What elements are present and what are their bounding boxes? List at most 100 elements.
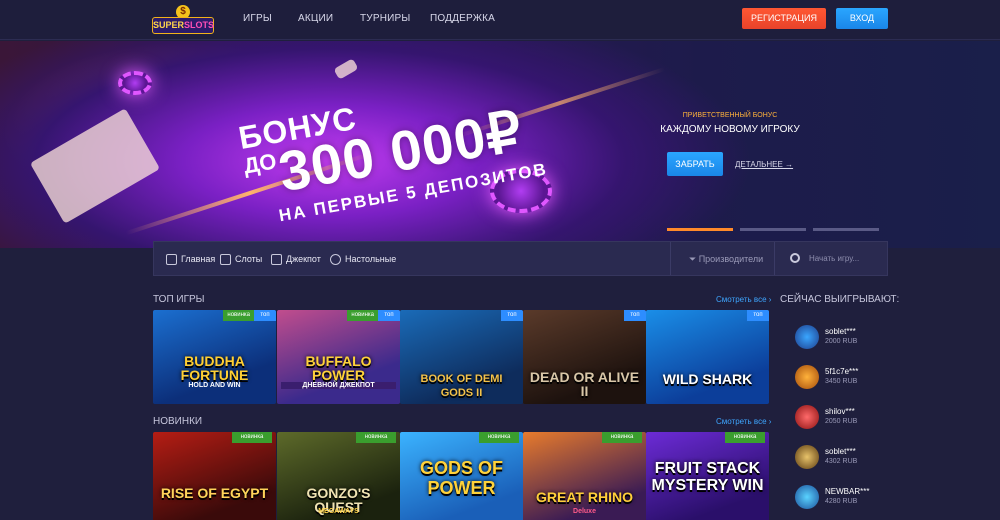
winner-item[interactable]: soblet*** 2000 RUB: [795, 325, 905, 351]
top-games-title: ТОП ИГРЫ: [153, 294, 205, 305]
winner-amount: 4302 RUB: [825, 458, 858, 465]
game-title: DEAD OR ALIVE II: [529, 369, 640, 399]
slide-indicator-2[interactable]: [740, 228, 806, 231]
slide-indicator-1[interactable]: [667, 228, 733, 231]
badge-new: новинка: [347, 310, 378, 321]
filter-table-label: Настольные: [345, 254, 397, 264]
winner-item[interactable]: 5f1c7e*** 3450 RUB: [795, 365, 905, 391]
game-subtitle: Deluxe: [573, 508, 596, 515]
game-tile-great-rhino[interactable]: новинка GREAT RHINO Deluxe: [523, 432, 646, 520]
logo-word-bottom: SLOTS: [184, 20, 215, 30]
game-title: BUDDHA FORTUNE: [180, 353, 249, 383]
winner-amount: 2000 RUB: [825, 338, 858, 345]
divider: [670, 242, 671, 275]
details-link[interactable]: ДЕТАЛЬНЕЕ →: [735, 160, 793, 169]
jackpot-icon: [271, 254, 282, 266]
game-subtitle: ДНЕВНОЙ ДЖЕКПОТ: [281, 382, 396, 389]
nav-support[interactable]: ПОДДЕРЖКА: [430, 13, 495, 24]
logo-wordmark: SUPERSLOTS: [152, 17, 214, 34]
badge-top: топ: [501, 310, 523, 321]
providers-label: Производители: [698, 254, 764, 264]
nav-games[interactable]: ИГРЫ: [243, 13, 272, 24]
game-title: GREAT RHINO: [536, 489, 633, 505]
login-button[interactable]: ВХОД: [836, 8, 888, 29]
slide-indicator-3[interactable]: [813, 228, 879, 231]
filter-table[interactable]: Настольные: [330, 254, 397, 266]
promo-banner[interactable]: БОНУС ДО 300 000₽ НА ПЕРВЫЕ 5 ДЕПОЗИТОВ …: [0, 41, 1000, 248]
game-subtitle: HOLD AND WIN: [188, 382, 241, 389]
logo-word-top: SUPER: [153, 20, 185, 30]
top-games-see-all[interactable]: Смотреть все ›: [716, 295, 771, 304]
badge-top: топ: [254, 310, 276, 321]
welcome-bonus-label: ПРИВЕТСТВЕННЫЙ БОНУС: [682, 112, 778, 119]
new-games-see-all[interactable]: Смотреть все ›: [716, 417, 771, 426]
winner-name: soblet***: [825, 327, 856, 336]
badge-new: новинка: [356, 432, 396, 443]
game-avatar: [795, 405, 819, 429]
promo-line-upto: ДО: [241, 148, 279, 179]
filter-jackpot-label: Джекпот: [286, 254, 321, 264]
badge-new: новинка: [232, 432, 272, 443]
game-tile-gonzos-quest[interactable]: новинка GONZO'S QUEST MEGAWAYS: [277, 432, 400, 520]
filter-home[interactable]: Главная: [166, 254, 216, 266]
register-button[interactable]: РЕГИСТРАЦИЯ: [742, 8, 826, 29]
winner-item[interactable]: soblet*** 4302 RUB: [795, 445, 905, 471]
search-icon: [790, 253, 800, 263]
winner-item[interactable]: NEWBAR*** 4280 RUB: [795, 485, 905, 511]
game-search-input[interactable]: [809, 251, 879, 266]
game-title: BOOK OF DEMI GODS II: [420, 373, 503, 399]
playing-card-decoration: [333, 58, 359, 80]
game-tile-buffalo-power[interactable]: топ новинка BUFFALO POWER ДНЕВНОЙ ДЖЕКПО…: [277, 310, 400, 404]
game-title: FRUIT STACK MYSTERY WIN: [651, 460, 764, 494]
home-icon: [166, 254, 177, 266]
site-header: $ SUPERSLOTS ИГРЫ АКЦИИ ТУРНИРЫ ПОДДЕРЖК…: [0, 0, 1000, 40]
winner-amount: 3450 RUB: [825, 378, 858, 385]
winner-name: 5f1c7e***: [825, 367, 859, 376]
badge-top: топ: [624, 310, 646, 321]
filter-slots-label: Слоты: [235, 254, 263, 264]
nav-tournaments[interactable]: ТУРНИРЫ: [360, 13, 410, 24]
game-tile-buddha-fortune[interactable]: топ новинка BUDDHA FORTUNE HOLD AND WIN: [153, 310, 276, 404]
game-avatar: [795, 325, 819, 349]
winner-amount: 4280 RUB: [825, 498, 858, 505]
winners-title: СЕЙЧАС ВЫИГРЫВАЮТ:: [780, 294, 900, 305]
welcome-bonus-title: КАЖДОМУ НОВОМУ ИГРОКУ: [660, 124, 800, 135]
game-filter-bar: Главная Слоты Джекпот Настольные ⏷ Произ…: [153, 241, 888, 276]
badge-new: новинка: [223, 310, 254, 321]
game-tile-gods-of-power[interactable]: новинка GODS OF POWER: [400, 432, 523, 520]
game-tile-rise-of-egypt[interactable]: новинка RISE OF EGYPT: [153, 432, 276, 520]
table-games-icon: [330, 254, 341, 266]
badge-top: топ: [747, 310, 769, 321]
winner-item[interactable]: shilov*** 2050 RUB: [795, 405, 905, 431]
new-games-title: НОВИНКИ: [153, 416, 203, 427]
game-title: RISE OF EGYPT: [160, 485, 269, 501]
game-tile-wild-shark[interactable]: топ WILD SHARK: [646, 310, 769, 404]
providers-dropdown[interactable]: ⏷ Производители: [689, 254, 763, 265]
nav-promotions[interactable]: АКЦИИ: [298, 13, 333, 24]
winner-name: shilov***: [825, 407, 855, 416]
claim-bonus-button[interactable]: ЗАБРАТЬ: [667, 152, 723, 176]
game-title: BUFFALO POWER: [305, 353, 372, 383]
filter-home-label: Главная: [181, 254, 216, 264]
game-subtitle: MEGAWAYS: [318, 508, 359, 515]
badge-new: новинка: [725, 432, 765, 443]
game-title: WILD SHARK: [662, 371, 753, 387]
poker-chip-icon: [118, 71, 152, 95]
badge-new: новинка: [602, 432, 642, 443]
filter-slots[interactable]: Слоты: [220, 254, 263, 266]
site-logo[interactable]: $ SUPERSLOTS: [152, 5, 214, 35]
playing-card-decoration: [29, 108, 161, 224]
winner-name: soblet***: [825, 447, 856, 456]
game-tile-book-of-demi-gods[interactable]: топ BOOK OF DEMI GODS II: [400, 310, 523, 404]
game-avatar: [795, 365, 819, 389]
game-tile-dead-or-alive[interactable]: топ DEAD OR ALIVE II: [523, 310, 646, 404]
winner-name: NEWBAR***: [825, 487, 870, 496]
badge-top: топ: [378, 310, 400, 321]
game-avatar: [795, 485, 819, 509]
winner-amount: 2050 RUB: [825, 418, 858, 425]
game-title: GODS OF POWER: [419, 458, 503, 498]
game-tile-fruit-stack[interactable]: новинка FRUIT STACK MYSTERY WIN: [646, 432, 769, 520]
filter-jackpot[interactable]: Джекпот: [271, 254, 321, 266]
game-avatar: [795, 445, 819, 469]
slots-icon: [220, 254, 231, 266]
